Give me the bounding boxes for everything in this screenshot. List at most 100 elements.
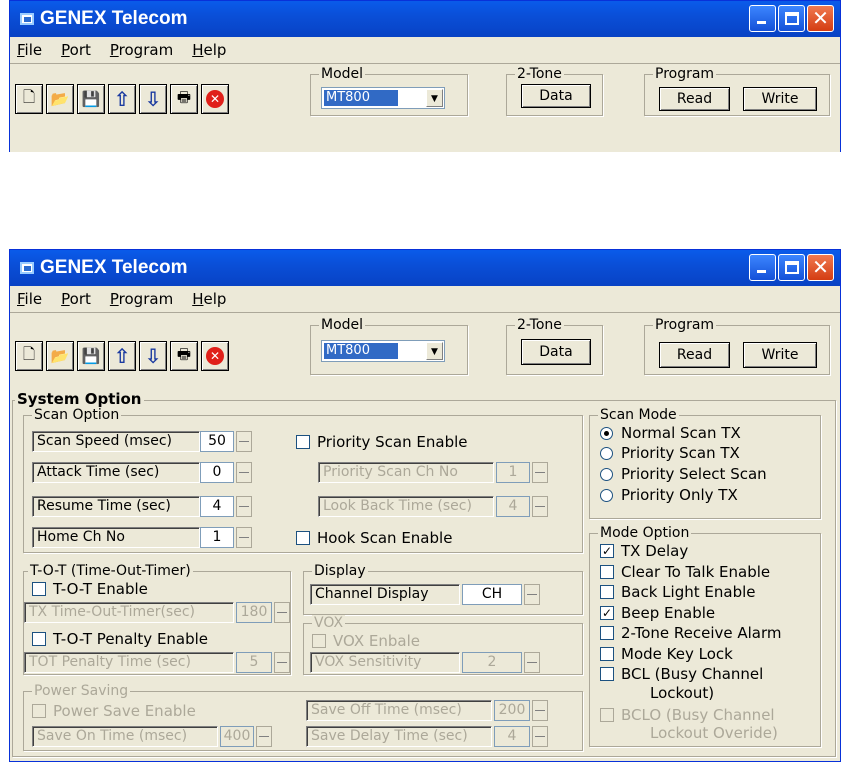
read-button[interactable]: Read (659, 342, 730, 368)
title-bar[interactable]: GENEX Telecom ✕ (10, 1, 840, 37)
channel-display-value[interactable]: CH (462, 584, 522, 605)
mode-option-title: Mode Option (598, 525, 692, 541)
menu-port[interactable]: Port (60, 290, 92, 308)
checkbox-box[interactable]: ✓ (600, 544, 614, 558)
minimize-button[interactable] (749, 254, 776, 281)
checkbox-label: Beep Enable (621, 604, 716, 622)
checkbox-box[interactable] (296, 435, 310, 449)
radio-dot[interactable] (600, 446, 613, 460)
model-select[interactable]: MT800 ▼ (321, 340, 445, 362)
menu-help[interactable]: Help (191, 290, 227, 308)
scan-speed-spinner[interactable] (236, 431, 252, 452)
two-tone-group: 2-Tone Data (506, 317, 603, 375)
new-file-button[interactable]: 🗋 (15, 341, 43, 371)
menu-program[interactable]: Program (109, 290, 174, 308)
checkbox-box[interactable]: ✓ (600, 606, 614, 620)
penalty-time-spinner (274, 652, 290, 673)
save-file-button[interactable]: 💾 (77, 84, 105, 114)
new-icon: 🗋 (22, 344, 36, 363)
radio-dot[interactable] (600, 488, 613, 502)
checkbox-box[interactable] (600, 647, 614, 661)
menu-help[interactable]: Help (191, 41, 227, 59)
radio-dot[interactable] (600, 467, 613, 481)
resume-time-spinner[interactable] (236, 496, 252, 517)
save-on-time-label: Save On Time (msec) (32, 726, 218, 747)
scan-mode-priority-select-radio[interactable]: Priority Select Scan (600, 465, 767, 483)
menu-file[interactable]: File (16, 41, 43, 59)
scan-mode-normal-radio[interactable]: Normal Scan TX (600, 424, 741, 442)
hook-scan-enable-checkbox[interactable]: Hook Scan Enable (296, 529, 452, 547)
window-title: GENEX Telecom (40, 8, 188, 29)
menu-port[interactable]: Port (60, 41, 92, 59)
checkbox-box[interactable] (296, 531, 310, 545)
title-bar[interactable]: GENEX Telecom ✕ (10, 250, 840, 286)
tot-enable-checkbox[interactable]: T-O-T Enable (32, 580, 148, 598)
minimize-button[interactable] (749, 5, 776, 32)
scan-mode-priority-radio[interactable]: Priority Scan TX (600, 444, 740, 462)
open-icon: 📂 (50, 90, 70, 108)
bclo-checkbox: BCLO (Busy Channel (600, 706, 775, 724)
tx-delay-checkbox[interactable]: ✓ TX Delay (600, 542, 688, 560)
download-button[interactable]: ⇩ (139, 84, 167, 114)
scan-speed-value[interactable]: 50 (200, 431, 234, 452)
maximize-button[interactable] (778, 5, 805, 32)
read-button[interactable]: Read (659, 87, 730, 111)
save-on-time-spinner (256, 726, 272, 747)
chevron-down-icon[interactable]: ▼ (426, 342, 443, 360)
write-button[interactable]: Write (743, 87, 817, 111)
home-ch-spinner[interactable] (236, 527, 252, 548)
channel-display-spinner[interactable] (524, 584, 540, 605)
checkbox-label: TX Delay (621, 542, 689, 560)
program-group: Program Read Write (644, 317, 830, 375)
print-button[interactable]: 🖶 (170, 84, 198, 114)
checkbox-label: T-O-T Enable (53, 580, 148, 598)
upload-button[interactable]: ⇧ (108, 341, 136, 371)
clear-to-talk-checkbox[interactable]: Clear To Talk Enable (600, 563, 770, 581)
checkbox-box[interactable] (600, 626, 614, 640)
save-delay-time-spinner (532, 726, 548, 747)
attack-time-spinner[interactable] (236, 462, 252, 483)
home-ch-value[interactable]: 1 (200, 527, 234, 548)
two-tone-alarm-checkbox[interactable]: 2-Tone Receive Alarm (600, 624, 782, 642)
toolbar: 🗋 📂 💾 ⇧ ⇩ 🖶 ✕ Model MT800 ▼ 2-Tone Data … (10, 63, 840, 123)
scan-mode-priority-only-radio[interactable]: Priority Only TX (600, 486, 738, 504)
close-window-button[interactable]: ✕ (807, 5, 834, 32)
menu-program[interactable]: Program (109, 41, 174, 59)
exit-button[interactable]: ✕ (201, 341, 229, 371)
radio-dot[interactable] (600, 426, 613, 440)
checkbox-box[interactable] (600, 667, 614, 681)
vox-title: VOX (312, 615, 346, 631)
new-file-button[interactable]: 🗋 (15, 84, 43, 114)
tot-penalty-enable-checkbox[interactable]: T-O-T Penalty Enable (32, 630, 208, 648)
maximize-button[interactable] (778, 254, 805, 281)
priority-scan-enable-checkbox[interactable]: Priority Scan Enable (296, 433, 467, 451)
chevron-down-icon[interactable]: ▼ (426, 89, 443, 107)
bcl-checkbox[interactable]: BCL (Busy Channel (600, 665, 763, 683)
resume-time-value[interactable]: 4 (200, 496, 234, 517)
checkbox-box[interactable] (32, 582, 46, 596)
upload-button[interactable]: ⇧ (108, 84, 136, 114)
save-file-button[interactable]: 💾 (77, 341, 105, 371)
close-icon: ✕ (206, 347, 224, 365)
save-off-time-value: 200 (494, 700, 530, 721)
menu-bar: File Port Program Help (10, 286, 840, 312)
menu-file[interactable]: File (16, 290, 43, 308)
print-button[interactable]: 🖶 (170, 341, 198, 371)
attack-time-value[interactable]: 0 (200, 462, 234, 483)
mode-key-lock-checkbox[interactable]: Mode Key Lock (600, 645, 733, 663)
two-tone-data-button[interactable]: Data (521, 339, 591, 365)
open-file-button[interactable]: 📂 (46, 341, 74, 371)
program-label: Program (653, 66, 717, 82)
back-light-checkbox[interactable]: Back Light Enable (600, 583, 755, 601)
exit-button[interactable]: ✕ (201, 84, 229, 114)
model-select[interactable]: MT800 ▼ (321, 87, 445, 109)
checkbox-box[interactable] (32, 632, 46, 646)
beep-enable-checkbox[interactable]: ✓ Beep Enable (600, 604, 715, 622)
download-button[interactable]: ⇩ (139, 341, 167, 371)
open-file-button[interactable]: 📂 (46, 84, 74, 114)
close-window-button[interactable]: ✕ (807, 254, 834, 281)
write-button[interactable]: Write (743, 342, 817, 368)
checkbox-box[interactable] (600, 565, 614, 579)
two-tone-data-button[interactable]: Data (521, 84, 591, 108)
checkbox-box[interactable] (600, 585, 614, 599)
